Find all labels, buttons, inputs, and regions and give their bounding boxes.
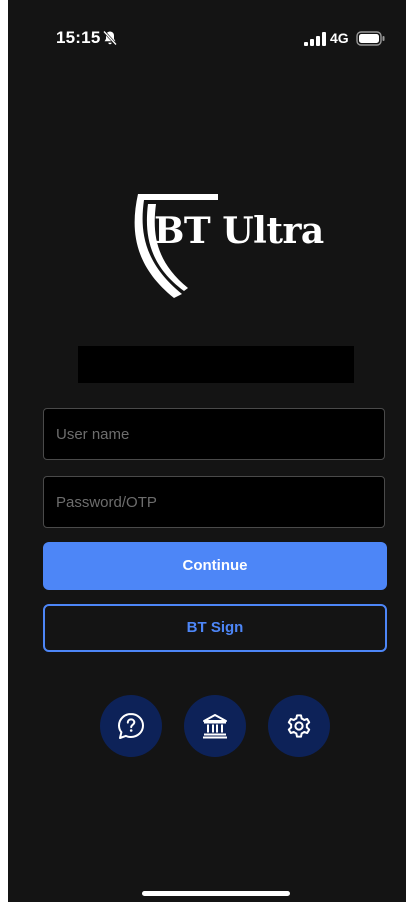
bell-slash-icon xyxy=(103,30,117,46)
bank-button[interactable] xyxy=(184,695,246,757)
help-chat-icon xyxy=(118,713,144,739)
bt-ultra-logo: BT Ultra xyxy=(126,188,324,302)
status-bar: 15:15 4G xyxy=(8,0,406,80)
home-indicator[interactable] xyxy=(142,891,290,896)
login-screen: 15:15 4G BT Ultra Continue BT Sig xyxy=(8,0,406,902)
help-button[interactable] xyxy=(100,695,162,757)
continue-button[interactable]: Continue xyxy=(43,542,387,590)
password-input[interactable] xyxy=(43,476,385,528)
username-input[interactable] xyxy=(43,408,385,460)
redacted-block xyxy=(78,346,354,383)
gear-icon xyxy=(287,714,311,738)
settings-button[interactable] xyxy=(268,695,330,757)
bt-sign-button[interactable]: BT Sign xyxy=(43,604,387,652)
signal-icon xyxy=(304,32,326,46)
bank-icon xyxy=(203,714,227,739)
logo-text: BT Ultra xyxy=(154,210,324,252)
status-time: 15:15 xyxy=(56,28,101,47)
battery-icon xyxy=(356,31,385,46)
network-label: 4G xyxy=(330,30,349,46)
